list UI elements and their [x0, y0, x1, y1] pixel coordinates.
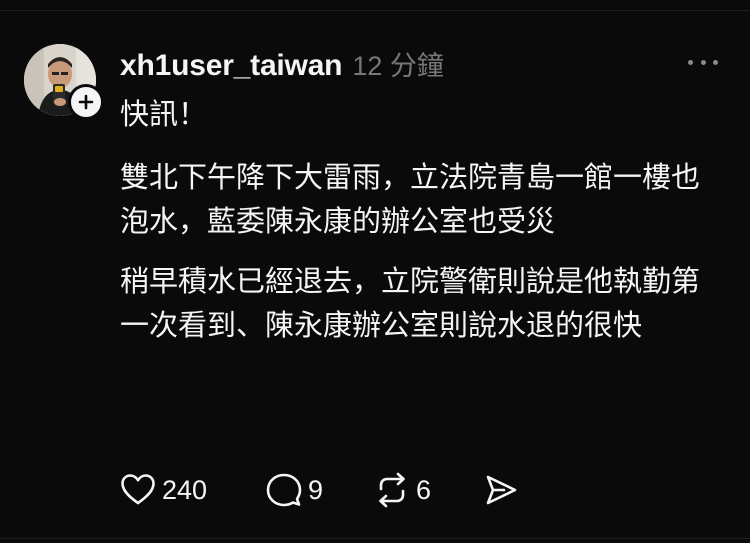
post-timestamp[interactable]: 12 分鐘: [352, 44, 444, 83]
follow-button[interactable]: [68, 84, 104, 120]
like-count: 240: [162, 474, 208, 505]
repost-icon: [379, 472, 405, 508]
post-text: 快訊！ 雙北下午降下大雷雨，立法院青島一館一樓也泡水，藍委陳永康的辦公室也受災 …: [120, 93, 710, 348]
repost-count: 6: [416, 474, 432, 505]
bottom-divider: [0, 538, 750, 539]
post-header: xh1user_taiwan 12 分鐘: [120, 44, 444, 83]
reply-count: 9: [308, 474, 324, 505]
post-paragraph: 稍早積水已經退去，立院警衛則說是他執勤第一次看到、陳永康辦公室則說水退的很快: [120, 266, 701, 342]
more-horizontal-icon: [688, 59, 693, 65]
more-options-button[interactable]: [688, 50, 718, 74]
avatar-container[interactable]: [24, 44, 104, 120]
reply-button[interactable]: 9: [266, 472, 328, 508]
more-horizontal-icon: [713, 59, 718, 65]
more-horizontal-icon: [700, 59, 706, 65]
share-button[interactable]: [484, 473, 518, 507]
post-paragraph: 快訊！: [120, 99, 208, 131]
send-icon: [486, 475, 517, 505]
heart-icon: [121, 474, 155, 505]
like-button[interactable]: 240: [120, 473, 220, 507]
comment-icon: [266, 473, 302, 507]
post-actions: 240 9 6: [120, 468, 518, 512]
post-paragraph: 雙北下午降下大雷雨，立法院青島一館一樓也泡水，藍委陳永康的辦公室也受災: [120, 162, 701, 238]
repost-button[interactable]: 6: [374, 472, 436, 508]
top-divider: [0, 10, 750, 11]
plus-icon: [78, 94, 94, 110]
username-link[interactable]: xh1user_taiwan: [120, 49, 343, 83]
